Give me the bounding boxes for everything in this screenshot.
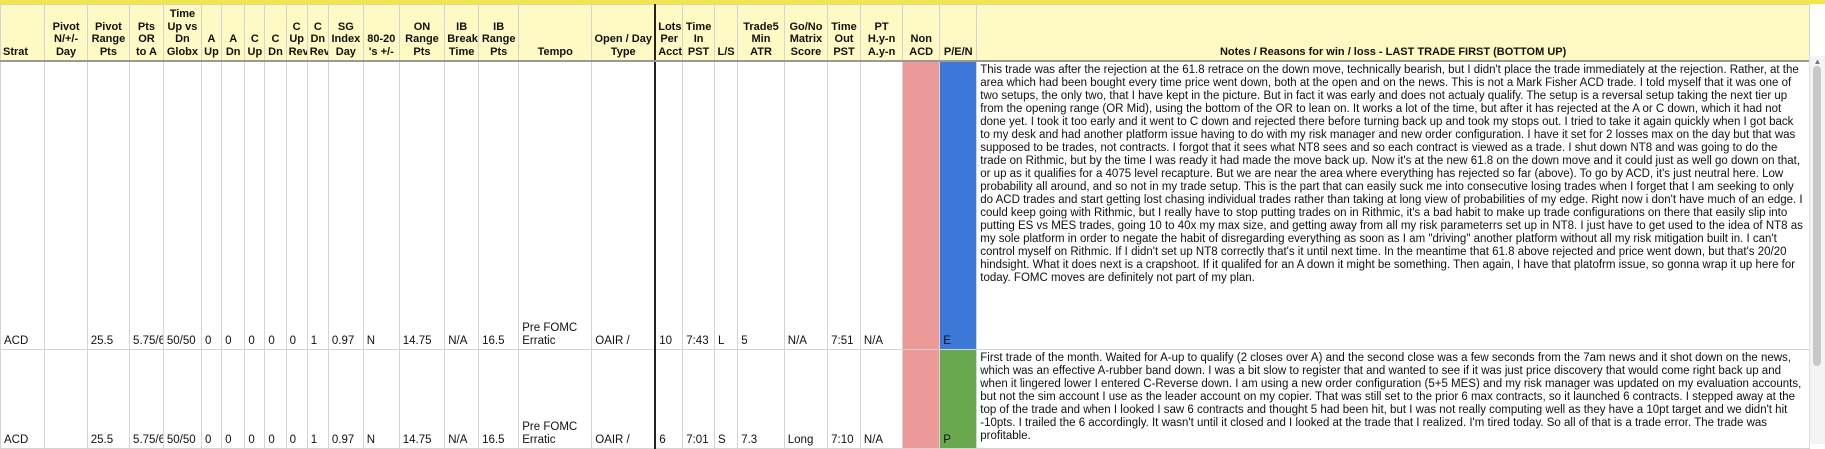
header-ib-range[interactable]: IB Range Pts [478,4,520,62]
cell-strat[interactable]: ACD [0,60,46,350]
cell-gonogo[interactable]: Long [783,349,829,449]
cell-time-up-dn[interactable]: 50/50 [162,349,202,449]
cell-atr[interactable]: 5 [737,60,785,350]
cell-on-range[interactable]: 14.75 [398,60,446,350]
cell-pivot-nday[interactable] [44,60,88,350]
cell-ib-break[interactable]: N/A [444,60,480,350]
header-gonogo[interactable]: Go/No Matrix Score [783,4,829,62]
cell-ls[interactable]: L [713,60,739,350]
cell-sg-index[interactable]: 0.97 [327,349,364,449]
cell-a-up[interactable]: 0 [200,349,223,449]
cell-pt[interactable]: N/A [859,349,904,449]
cell-pivot-range[interactable]: 25.5 [86,349,131,449]
header-open-day[interactable]: Open / Day Type [591,4,657,62]
cell-c-up-rev[interactable]: 0 [285,60,308,350]
cell-ls[interactable]: S [713,349,739,449]
cell-time-up-dn[interactable]: 50/50 [162,60,202,350]
cell-open-day[interactable]: OAIR / [591,349,657,449]
header-pivot-nday[interactable]: Pivot N/+/- Day [44,4,88,62]
cell-lots[interactable]: 10 [654,60,684,350]
cell-pivot-range[interactable]: 25.5 [86,60,131,350]
trade-journal-sheet: Strat Pivot N/+/- Day Pivot Range Pts Pt… [0,4,1810,449]
header-tempo[interactable]: Tempo [518,4,593,62]
header-non-acd[interactable]: Non ACD [902,4,941,62]
header-lots[interactable]: Lots Per Acct [654,4,684,62]
header-pt[interactable]: PT H.y-n A.y-n [859,4,904,62]
cell-strat[interactable]: ACD [0,349,46,449]
cell-c-dn[interactable]: 0 [264,349,287,449]
header-on-range[interactable]: ON Range Pts [398,4,446,62]
cell-lots[interactable]: 6 [654,349,684,449]
cell-non-acd[interactable] [902,349,941,449]
cell-time-out[interactable]: 7:51 [827,60,861,350]
header-pivot-range[interactable]: Pivot Range Pts [86,4,131,62]
cell-tempo[interactable]: Pre FOMC Erratic [518,349,593,449]
cell-sg-index[interactable]: 0.97 [327,60,364,350]
header-row: Strat Pivot N/+/- Day Pivot Range Pts Pt… [0,4,1810,62]
header-ls[interactable]: L/S [713,4,739,62]
cell-atr[interactable]: 7.3 [737,349,785,449]
cell-c-up[interactable]: 0 [244,349,266,449]
table-row: ACD 25.5 5.75/6 50/50 0 0 0 0 0 1 0.97 N… [0,349,1810,449]
cell-a-dn[interactable]: 0 [221,60,246,350]
cell-gonogo[interactable]: N/A [783,60,829,350]
header-c-up-rev[interactable]: C Up Rev [285,4,308,62]
cell-non-acd[interactable] [902,60,941,350]
header-strat[interactable]: Strat [0,4,46,62]
cell-time-in[interactable]: 7:43 [682,60,715,350]
header-a-up[interactable]: A Up [200,4,223,62]
cell-eighty-twenty[interactable]: N [362,60,400,350]
cell-c-up-rev[interactable]: 0 [285,349,308,449]
cell-ib-range[interactable]: 16.5 [478,349,520,449]
header-eighty-twenty[interactable]: 80-20 's +/- [362,4,400,62]
header-notes[interactable]: Notes / Reasons for win / loss - LAST TR… [976,4,1810,62]
header-pen[interactable]: P/E/N [939,4,978,62]
cell-c-dn-rev[interactable]: 1 [306,349,329,449]
cell-time-in[interactable]: 7:01 [682,349,715,449]
header-c-dn-rev[interactable]: C Dn Rev [306,4,329,62]
header-c-up[interactable]: C Up [244,4,266,62]
cell-time-out[interactable]: 7:10 [827,349,861,449]
cell-notes[interactable]: This trade was after the rejection at th… [976,60,1810,350]
header-a-dn[interactable]: A Dn [221,4,246,62]
header-time-out[interactable]: Time Out PST [827,4,861,62]
cell-a-dn[interactable]: 0 [221,349,246,449]
cell-pts-or-a[interactable]: 5.75/6 [129,60,164,350]
cell-pen[interactable]: P [939,349,978,449]
cell-ib-break[interactable]: N/A [444,349,480,449]
cell-pt[interactable]: N/A [859,60,904,350]
header-sg-index[interactable]: SG Index Day [327,4,364,62]
header-ib-break[interactable]: IB Break Time [444,4,480,62]
cell-c-dn-rev[interactable]: 1 [306,60,329,350]
cell-notes[interactable]: First trade of the month. Waited for A-u… [976,349,1810,449]
scrollbar-thumb[interactable] [1813,66,1821,366]
header-atr[interactable]: Trade5 Min ATR [737,4,785,62]
cell-pts-or-a[interactable]: 5.75/6 [129,349,164,449]
header-pts-or-a[interactable]: Pts OR to A [129,4,164,62]
cell-c-up[interactable]: 0 [244,60,266,350]
vertical-scrollbar[interactable]: ▲ [1809,56,1825,444]
cell-on-range[interactable]: 14.75 [398,349,446,449]
cell-pen[interactable]: E [939,60,978,350]
cell-ib-range[interactable]: 16.5 [478,60,520,350]
header-time-up-dn[interactable]: Time Up vs Dn Globx [162,4,202,62]
cell-c-dn[interactable]: 0 [264,60,287,350]
cell-tempo[interactable]: Pre FOMC Erratic [518,60,593,350]
header-c-dn[interactable]: C Dn [264,4,287,62]
table-row: ACD 25.5 5.75/6 50/50 0 0 0 0 0 1 0.97 N… [0,60,1810,350]
cell-eighty-twenty[interactable]: N [362,349,400,449]
cell-open-day[interactable]: OAIR / [591,60,657,350]
header-time-in[interactable]: Time In PST [682,4,715,62]
cell-a-up[interactable]: 0 [200,60,223,350]
cell-pivot-nday[interactable] [44,349,88,449]
